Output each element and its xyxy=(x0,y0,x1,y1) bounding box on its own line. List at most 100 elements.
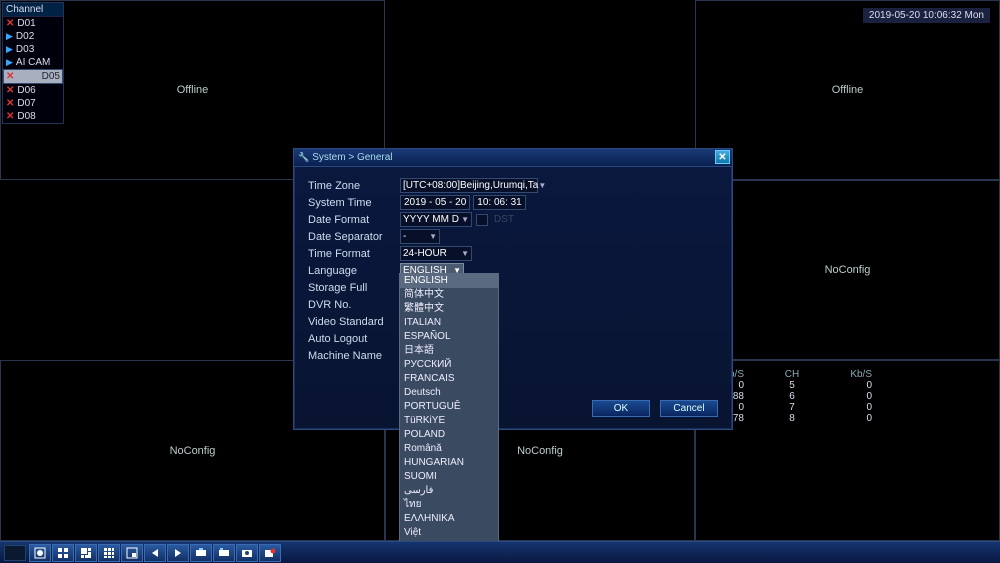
channel-item-D03[interactable]: ▶D03 xyxy=(3,43,63,56)
lang-option[interactable]: POLAND xyxy=(400,428,498,442)
tb-next-button[interactable] xyxy=(167,544,189,562)
lang-option[interactable]: Deutsch xyxy=(400,386,498,400)
timezone-select[interactable]: [UTC+08:00]Beijing,Urumqi,Ta▼ xyxy=(400,178,538,193)
lang-option[interactable]: 日本語 xyxy=(400,344,498,358)
system-general-dialog: 🔧 System > General ✕ Time Zone [UTC+08:0… xyxy=(293,148,733,430)
lang-option[interactable]: 简体中文 xyxy=(400,288,498,302)
label-systime: System Time xyxy=(308,197,400,209)
x-icon: ✕ xyxy=(6,85,14,96)
language-dropdown-list[interactable]: ENGLISH简体中文繁體中文ITALIANESPAÑOL日本語РУССКИЙF… xyxy=(399,273,499,555)
channel-item-D05[interactable]: ✕D05 xyxy=(3,69,63,84)
label-datesep: Date Separator xyxy=(308,231,400,243)
lang-option[interactable]: FRANCAIS xyxy=(400,372,498,386)
tb-prev-button[interactable] xyxy=(144,544,166,562)
channel-item-label: D01 xyxy=(17,18,35,29)
label-vstd: Video Standard xyxy=(308,316,400,328)
lang-option[interactable]: SUOMI xyxy=(400,470,498,484)
x-icon: ✕ xyxy=(6,18,14,29)
label-datefmt: Date Format xyxy=(308,214,400,226)
dateformat-select[interactable]: YYYY MM D▼ xyxy=(400,212,472,227)
channel-item-label: D06 xyxy=(17,85,35,96)
close-icon: ✕ xyxy=(718,152,726,163)
ok-button[interactable]: OK xyxy=(592,400,650,417)
timestamp: 2019-05-20 10:06:32 Mon xyxy=(863,8,990,23)
lang-option[interactable]: ENGLISH xyxy=(400,274,498,288)
lang-option[interactable]: 繁體中文 xyxy=(400,302,498,316)
label-storage: Storage Full xyxy=(308,282,400,294)
channel-item-D01[interactable]: ✕D01 xyxy=(3,17,63,30)
stats-row: 050 xyxy=(702,380,993,391)
tb-layout2-button[interactable] xyxy=(213,544,235,562)
tb-record-button[interactable] xyxy=(259,544,281,562)
channel-item-D07[interactable]: ✕D07 xyxy=(3,97,63,110)
channel-item-label: D08 xyxy=(17,111,35,122)
tb-view8-button[interactable] xyxy=(75,544,97,562)
play-icon: ▶ xyxy=(6,44,13,55)
play-icon: ▶ xyxy=(6,57,13,68)
chevron-down-icon: ▼ xyxy=(538,181,546,190)
lang-option[interactable]: ITALIAN xyxy=(400,316,498,330)
toolbar-spacer xyxy=(4,545,26,561)
tb-snapshot-button[interactable] xyxy=(236,544,258,562)
camera-cell-7[interactable]: Kb/SCHKb/S 050 128860 070 127880 xyxy=(695,360,1000,541)
chevron-down-icon: ▼ xyxy=(461,249,469,258)
cell-status: NoConfig xyxy=(825,264,871,276)
label-dvrno: DVR No. xyxy=(308,299,400,311)
stats-row: 127880 xyxy=(702,413,993,424)
lang-option[interactable]: РУССКИЙ xyxy=(400,358,498,372)
tb-layout1-button[interactable] xyxy=(190,544,212,562)
lang-option[interactable]: TüRKiYE xyxy=(400,414,498,428)
lang-option[interactable]: فارسی xyxy=(400,484,498,498)
tb-view9-button[interactable] xyxy=(98,544,120,562)
wrench-icon: 🔧 xyxy=(298,152,309,163)
lang-option[interactable]: HUNGARIAN xyxy=(400,456,498,470)
dialog-title-text: System > General xyxy=(312,152,392,163)
datesep-select[interactable]: -▼ xyxy=(400,229,440,244)
systime-time-input[interactable]: 10: 06: 31 xyxy=(473,195,525,210)
channel-panel: Channel ✕D01▶D02▶D03▶AI CAM✕D05✕D06✕D07✕… xyxy=(2,2,64,124)
lang-option[interactable]: PORTUGUÊ xyxy=(400,400,498,414)
lang-option[interactable]: ΕΛΛΗΝΙΚΑ xyxy=(400,512,498,526)
stats-table: Kb/SCHKb/S 050 128860 070 127880 xyxy=(702,369,993,424)
lang-option[interactable]: ESPAÑOL xyxy=(400,330,498,344)
channel-item-label: D03 xyxy=(16,44,34,55)
label-autolog: Auto Logout xyxy=(308,333,400,345)
play-icon: ▶ xyxy=(6,31,13,42)
lang-option[interactable]: Română xyxy=(400,442,498,456)
channel-item-D06[interactable]: ✕D06 xyxy=(3,84,63,97)
tb-view4-button[interactable] xyxy=(52,544,74,562)
channel-panel-header: Channel xyxy=(3,3,63,17)
dst-label: DST xyxy=(494,214,514,225)
timeformat-select[interactable]: 24-HOUR▼ xyxy=(400,246,472,261)
x-icon: ✕ xyxy=(6,71,14,82)
label-language: Language xyxy=(308,265,400,277)
channel-item-AI CAM[interactable]: ▶AI CAM xyxy=(3,56,63,69)
tb-view1-button[interactable] xyxy=(29,544,51,562)
x-icon: ✕ xyxy=(6,111,14,122)
dialog-titlebar[interactable]: 🔧 System > General ✕ xyxy=(294,149,732,167)
systime-date-input[interactable]: 2019 - 05 - 20 xyxy=(400,195,470,210)
stats-row: 070 xyxy=(702,402,993,413)
lang-option[interactable]: ไทย xyxy=(400,498,498,512)
channel-item-D02[interactable]: ▶D02 xyxy=(3,30,63,43)
channel-item-label: AI CAM xyxy=(16,57,50,68)
x-icon: ✕ xyxy=(6,98,14,109)
cancel-button[interactable]: Cancel xyxy=(660,400,718,417)
dst-checkbox[interactable] xyxy=(476,214,488,226)
close-button[interactable]: ✕ xyxy=(715,150,730,164)
lang-option[interactable]: Việt xyxy=(400,526,498,540)
chevron-down-icon: ▼ xyxy=(429,232,437,241)
channel-item-label: D02 xyxy=(16,31,34,42)
camera-cell-4[interactable]: NoConfig xyxy=(695,180,1000,360)
cell-status: Offline xyxy=(177,84,209,96)
tb-pip-button[interactable] xyxy=(121,544,143,562)
channel-item-D08[interactable]: ✕D08 xyxy=(3,110,63,123)
chevron-down-icon: ▼ xyxy=(461,215,469,224)
cell-status: Offline xyxy=(832,84,864,96)
label-timefmt: Time Format xyxy=(308,248,400,260)
cell-status: NoConfig xyxy=(170,445,216,457)
camera-cell-2[interactable]: Offline xyxy=(695,0,1000,180)
toolbar xyxy=(0,541,1000,563)
stats-row: 128860 xyxy=(702,391,993,402)
channel-item-label: D07 xyxy=(17,98,35,109)
